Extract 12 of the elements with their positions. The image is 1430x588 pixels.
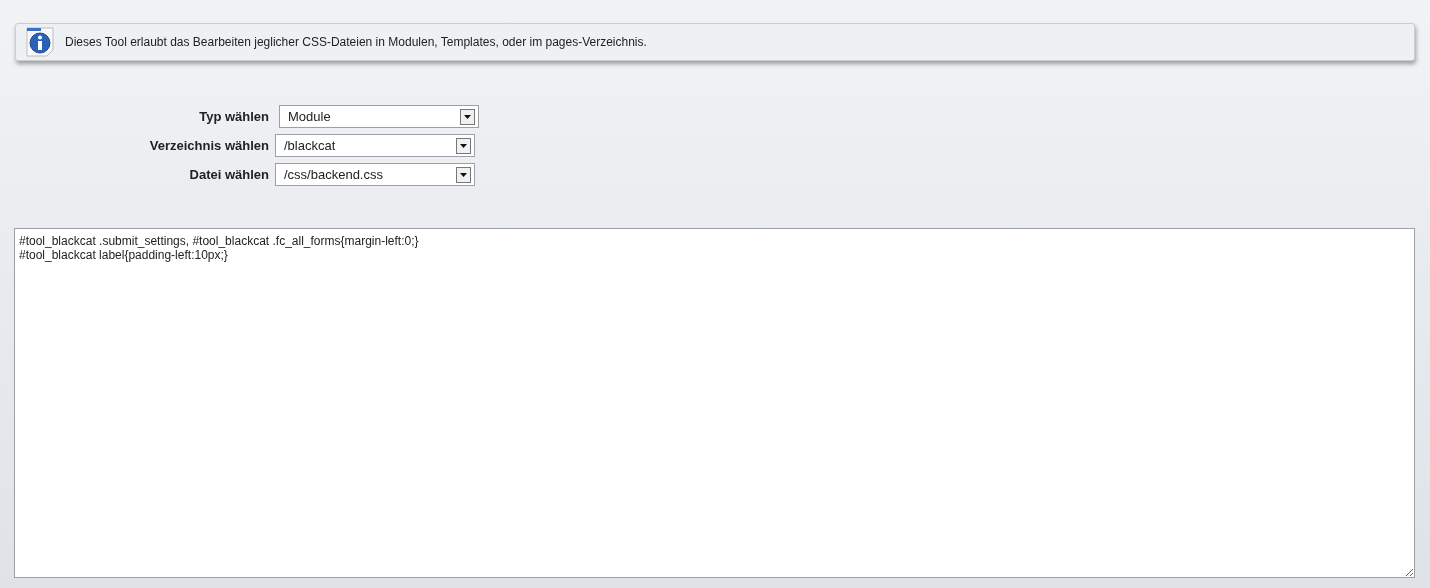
dropdown[interactable]: /blackcat	[275, 134, 475, 157]
field-label: Datei wählen	[188, 167, 269, 182]
dropdown[interactable]: /css/backend.css	[275, 163, 475, 186]
info-text: Dieses Tool erlaubt das Bearbeiten jeglicher CSS-Dateien in Modulen, Templates, oder im pages-Verzeichnis.	[65, 35, 647, 49]
caret-icon	[456, 166, 471, 183]
dropdown[interactable]: Module	[279, 105, 479, 128]
field-label: Verzeichnis wählen	[148, 138, 269, 153]
info-icon	[26, 27, 56, 57]
caret-icon	[456, 137, 471, 154]
field-label: Typ wählen	[198, 109, 269, 124]
caret-icon	[460, 108, 475, 125]
code-editor[interactable]: #tool_blackcat .submit_settings, #tool_blackcat .fc_all_forms{margin-left:0;} #tool_blackcat label{padding-left:10px;}	[14, 228, 1415, 578]
